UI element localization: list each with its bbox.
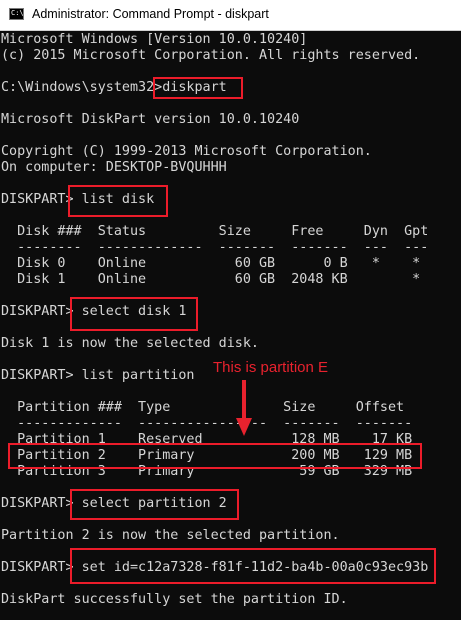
disk-table-header: Disk ### Status Size Free Dyn Gpt: [1, 224, 429, 239]
console-line-list-partition: DISKPART> list partition: [1, 368, 195, 383]
highlight-box-select-partition: [70, 489, 239, 520]
disk-table-row: Disk 1 Online 60 GB 2048 KB *: [1, 272, 421, 287]
annotation-label: This is partition E: [213, 359, 329, 376]
command-prompt-icon-glyph: C:\: [11, 9, 24, 17]
highlight-box-partition-2: [8, 443, 422, 469]
console-line-diskpart-version: Microsoft DiskPart version 10.0.10240: [1, 112, 300, 127]
console-line-disk-selected: Disk 1 is now the selected disk.: [1, 336, 259, 351]
annotation-arrow-icon: [236, 418, 252, 436]
highlight-box-diskpart: [153, 77, 243, 99]
partition-table-header: Partition ### Type Size Offset: [1, 400, 405, 415]
console-line-computer: On computer: DESKTOP-BVQUHHH: [1, 160, 227, 175]
console-line-diskpart-copyright: Copyright (C) 1999-2013 Microsoft Corpor…: [1, 144, 372, 159]
partition-table-separator: ------------- ---------------- ------- -…: [1, 416, 413, 431]
highlight-box-list-disk: [68, 185, 168, 217]
command-prompt-icon: C:\: [9, 8, 24, 20]
highlight-box-select-disk: [70, 297, 198, 331]
console-line-version: Microsoft Windows [Version 10.0.10240]: [1, 32, 308, 47]
console-line-partition-selected: Partition 2 is now the selected partitio…: [1, 528, 340, 543]
console-line-copyright: (c) 2015 Microsoft Corporation. All righ…: [1, 48, 421, 63]
annotation-arrow-shaft: [242, 380, 246, 420]
window-title: Administrator: Command Prompt - diskpart: [32, 7, 269, 21]
console-line-success: DiskPart successfully set the partition …: [1, 592, 348, 607]
disk-table-row: Disk 0 Online 60 GB 0 B * *: [1, 256, 421, 271]
highlight-box-set-id: [70, 548, 436, 584]
disk-table-separator: -------- ------------- ------- ------- -…: [1, 240, 429, 255]
title-bar: C:\ Administrator: Command Prompt - disk…: [0, 0, 461, 31]
